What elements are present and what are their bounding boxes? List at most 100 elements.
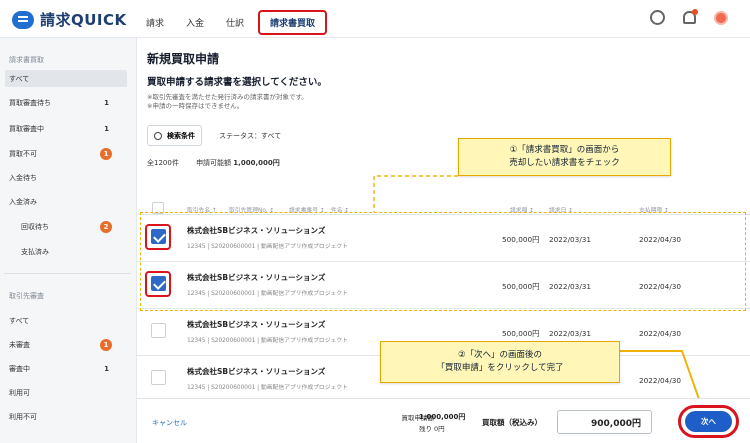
row-meta: 12345 | S20200600001 | 動画配信アプリ作成プロジェクト xyxy=(187,291,348,297)
callout-select-invoices: ①「請求書買取」の画面から 売却したい請求書をチェック xyxy=(458,138,671,176)
sidebar-item-reviewing[interactable]: 買取審査中 1 xyxy=(5,120,127,137)
purchase-amount-field[interactable] xyxy=(557,410,652,434)
sidebar-section-label: 取引先審査 xyxy=(9,291,44,300)
sidebar-item-partner-all[interactable]: すべて xyxy=(5,312,127,329)
company-name: 株式会社SBビジネス・ソリューションズ xyxy=(187,367,326,376)
row-meta: 12345 | S20200600001 | 動画配信アプリ作成プロジェクト xyxy=(187,338,348,344)
sidebar-item-unreviewed[interactable]: 未審査 1 xyxy=(5,336,127,353)
invoice-amount: 500,000円 xyxy=(502,329,540,338)
col-subject[interactable]: 件名 ↕ xyxy=(331,205,349,214)
page-title: 新規買取申請 xyxy=(147,52,220,66)
sidebar-badge: 1 xyxy=(100,338,112,351)
bell-icon[interactable] xyxy=(683,9,698,24)
app-header: 請求QUICK 請求 入金 仕訳 請求書買取 xyxy=(0,0,750,38)
tab-journal[interactable]: 仕訳 xyxy=(226,11,244,34)
company-name: 株式会社SBビジネス・ソリューションズ xyxy=(187,226,326,235)
due-date: 2022/04/30 xyxy=(639,282,682,291)
company-name: 株式会社SBビジネス・ソリューションズ xyxy=(187,320,326,329)
gear-icon[interactable] xyxy=(650,10,665,25)
sidebar-item-available[interactable]: 利用可 xyxy=(5,384,127,401)
invoice-amount: 500,000円 xyxy=(502,235,540,244)
row-checkbox[interactable] xyxy=(151,323,166,338)
select-all-checkbox[interactable] xyxy=(152,202,164,214)
callout-line: 「買取申請」をクリックして完了 xyxy=(436,363,564,373)
invoice-amount: 500,000円 xyxy=(502,282,540,291)
sidebar-item-collection-waiting[interactable]: 回収待ち 2 xyxy=(5,218,127,235)
callout-line: ①「請求書買取」の画面から xyxy=(509,145,620,155)
due-date: 2022/04/30 xyxy=(639,329,682,338)
col-amount[interactable]: 請求額 ↕ xyxy=(510,205,534,214)
header-actions xyxy=(650,9,728,25)
sidebar-section-partner-review: 取引先審査 xyxy=(5,287,127,304)
logo-icon xyxy=(12,10,34,29)
tab-invoice[interactable]: 請求 xyxy=(146,11,164,34)
sidebar-item-partner-reviewing[interactable]: 審査中 1 xyxy=(5,360,127,377)
sidebar-item-label: 買取不可 xyxy=(9,149,37,158)
company-name: 株式会社SBビジネス・ソリューションズ xyxy=(187,273,326,282)
callout-line: 売却したい請求書をチェック xyxy=(509,158,620,168)
summary-amount: 1,000,000円 xyxy=(233,159,280,167)
filter-button-label: 検索条件 xyxy=(167,132,195,140)
col-invoice-date[interactable]: 請求日 ↕ xyxy=(549,205,573,214)
top-navigation: 請求 入金 仕訳 請求書買取 xyxy=(146,10,349,35)
sidebar-item-label: 利用不可 xyxy=(9,412,37,421)
table-row[interactable]: 株式会社SBビジネス・ソリューションズ 12345 | S20200600001… xyxy=(137,214,750,261)
sidebar-item-label: 支払済み xyxy=(21,247,49,256)
footer-bar: キャンセル 買取申請額 1,000,000円 残り 0円 買取額（税込み） 次へ xyxy=(137,398,750,443)
sidebar-item-label: すべて xyxy=(9,316,30,325)
tab-invoice-purchase[interactable]: 請求書買取 xyxy=(258,10,328,35)
search-conditions-button[interactable]: 検索条件 xyxy=(147,125,202,146)
app-name: 請求QUICK xyxy=(40,11,127,29)
col-due-date[interactable]: 支払期限 ↕ xyxy=(639,205,669,214)
cancel-link[interactable]: キャンセル xyxy=(152,418,187,428)
sidebar-item-label: 買取審査中 xyxy=(9,124,44,133)
sidebar-item-paid[interactable]: 入金済み xyxy=(5,193,127,210)
sidebar-item-label: 入金待ち xyxy=(9,173,37,182)
sidebar-section-label: 請求書買取 xyxy=(9,55,44,64)
sidebar-item-review-waiting[interactable]: 買取審査待ち 1 xyxy=(5,94,127,111)
sidebar-item-payment-complete[interactable]: 支払済み xyxy=(5,243,127,260)
requested-amount: 1,000,000円 xyxy=(419,413,466,421)
summary-count: 全1200件 xyxy=(147,159,179,167)
table-row[interactable]: 株式会社SBビジネス・ソリューションズ 12345 | S20200600001… xyxy=(137,261,750,308)
col-company[interactable]: 取引先名 ↑ xyxy=(187,205,217,214)
tab-payment[interactable]: 入金 xyxy=(186,11,204,34)
sidebar-section-invoice-purchase: 請求書買取 xyxy=(5,51,127,68)
sidebar-item-payment-waiting[interactable]: 入金待ち xyxy=(5,169,127,186)
sidebar-item-all[interactable]: すべて xyxy=(5,70,127,87)
due-date: 2022/04/30 xyxy=(639,235,682,244)
page-subtitle: 買取申請する請求書を選択してください。 xyxy=(147,77,327,88)
row-checkbox[interactable] xyxy=(151,229,166,244)
summary-line: 全1200件 申請可能額 1,000,000円 xyxy=(147,158,280,168)
sidebar-item-label: 買取審査待ち xyxy=(9,98,51,107)
callout-line: ②「次へ」の画面後の xyxy=(457,350,543,360)
sidebar: 請求書買取 すべて 買取審査待ち 1 買取審査中 1 買取不可 1 入金待ち 入金済み… xyxy=(0,38,137,443)
remaining-label: 残り xyxy=(419,425,432,433)
sidebar-count: 1 xyxy=(104,98,109,107)
row-checkbox[interactable] xyxy=(151,370,166,385)
due-date: 2022/04/30 xyxy=(639,376,682,385)
col-partner-no[interactable]: 取引先管理No. ↕ xyxy=(229,205,274,214)
row-meta: 12345 | S20200600001 | 動画配信アプリ作成プロジェクト xyxy=(187,244,348,250)
sidebar-item-not-purchasable[interactable]: 買取不可 1 xyxy=(5,145,127,162)
row-checkbox[interactable] xyxy=(151,276,166,291)
invoice-date: 2022/03/31 xyxy=(549,282,592,291)
sidebar-badge: 1 xyxy=(100,147,112,160)
sidebar-item-label: 回収待ち xyxy=(21,222,49,231)
sidebar-item-label: 未審査 xyxy=(9,340,30,349)
sidebar-item-unavailable[interactable]: 利用不可 xyxy=(5,408,127,425)
summary-label: 申請可能額 xyxy=(196,159,232,167)
status-filter-text: ステータス：すべて xyxy=(219,132,282,140)
sidebar-item-label: 審査中 xyxy=(9,364,30,373)
sidebar-item-label: すべて xyxy=(9,74,30,83)
col-invoice-no[interactable]: 請求書番号 ↕ xyxy=(289,205,325,214)
note-no-save: ※申請の一時保存はできません。 xyxy=(147,102,244,110)
app-logo[interactable]: 請求QUICK xyxy=(12,9,127,30)
row-meta: 12345 | S20200600001 | 動画配信アプリ作成プロジェクト xyxy=(187,385,348,391)
remaining-amount: 0円 xyxy=(434,425,445,433)
sidebar-badge: 2 xyxy=(100,220,112,233)
next-button[interactable]: 次へ xyxy=(685,411,732,432)
avatar[interactable] xyxy=(714,10,728,25)
purchase-amount-label: 買取額（税込み） xyxy=(482,418,542,427)
callout-click-apply: ②「次へ」の画面後の 「買取申請」をクリックして完了 xyxy=(380,341,620,383)
